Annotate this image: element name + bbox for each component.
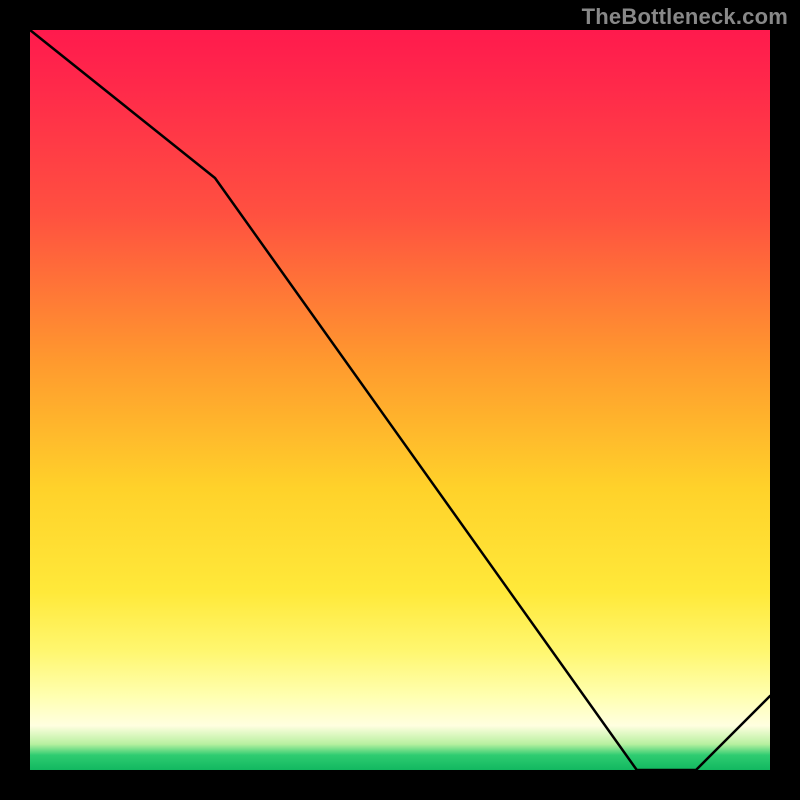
watermark-text: TheBottleneck.com <box>582 4 788 30</box>
curve-path <box>30 30 770 770</box>
plot-area <box>30 30 770 770</box>
line-series <box>30 30 770 770</box>
chart-frame: TheBottleneck.com <box>0 0 800 800</box>
